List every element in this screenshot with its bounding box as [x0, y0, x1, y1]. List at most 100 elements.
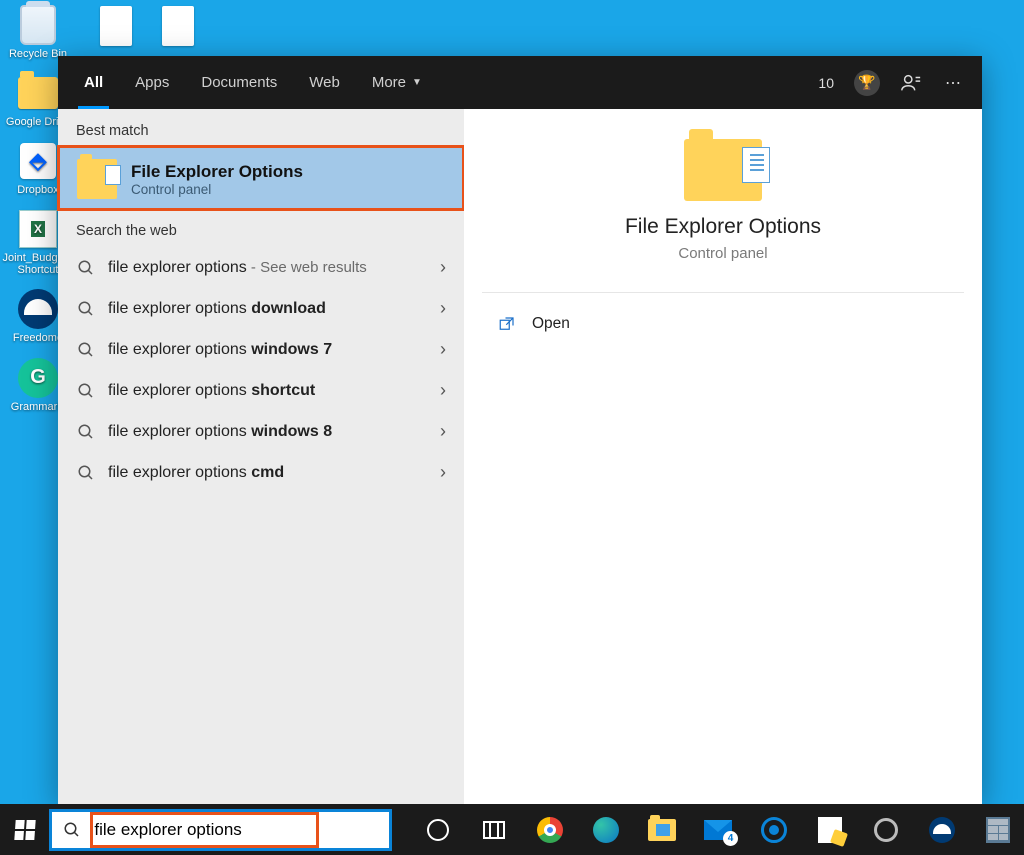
action-open[interactable]: Open	[474, 307, 972, 341]
search-header: All Apps Documents Web More ▼ 10 🏆 ⋯	[58, 56, 982, 109]
search-icon	[76, 340, 96, 360]
taskbar: 4	[0, 804, 1024, 855]
task-view-button[interactable]	[468, 804, 520, 855]
taskbar-file-explorer[interactable]	[636, 804, 688, 855]
document-icon[interactable]	[162, 6, 194, 46]
chevron-right-icon[interactable]: ›	[436, 339, 450, 360]
chevron-right-icon[interactable]: ›	[436, 257, 450, 278]
chevron-right-icon[interactable]: ›	[436, 462, 450, 483]
web-result-item[interactable]: file explorer options cmd ›	[58, 452, 464, 493]
web-result-item[interactable]: file explorer options windows 7 ›	[58, 329, 464, 370]
notepad-icon	[818, 817, 842, 843]
search-highlight	[90, 812, 319, 848]
taskbar-apps: 4	[412, 804, 1024, 855]
start-search-panel: All Apps Documents Web More ▼ 10 🏆 ⋯ Best…	[58, 56, 982, 804]
desktop-documents	[100, 6, 194, 46]
search-body: Best match File Explorer Options Control…	[58, 109, 982, 804]
section-search-web: Search the web	[58, 209, 464, 247]
chevron-right-icon[interactable]: ›	[436, 421, 450, 442]
calculator-icon	[986, 817, 1010, 843]
taskbar-calculator[interactable]	[972, 804, 1024, 855]
web-result-text: file explorer options download	[108, 300, 424, 318]
windows-logo-icon	[14, 820, 35, 840]
open-icon	[498, 315, 516, 333]
excel-icon: X	[17, 208, 59, 250]
action-label: Open	[532, 315, 570, 333]
chevron-right-icon[interactable]: ›	[436, 380, 450, 401]
rewards-points[interactable]: 10	[818, 75, 834, 91]
folder-icon	[17, 72, 59, 114]
preview-subtitle: Control panel	[678, 245, 767, 262]
taskbar-freedome[interactable]	[916, 804, 968, 855]
search-icon	[62, 821, 82, 839]
search-icon	[76, 422, 96, 442]
mail-badge: 4	[723, 831, 738, 846]
preview-title: File Explorer Options	[625, 215, 821, 239]
taskbar-sticky-notes[interactable]	[804, 804, 856, 855]
task-view-icon	[483, 821, 505, 839]
file-explorer-icon	[648, 819, 676, 841]
web-result-item[interactable]: file explorer options - See web results …	[58, 247, 464, 288]
gear-icon	[874, 818, 898, 842]
trash-icon	[17, 4, 59, 46]
web-result-item[interactable]: file explorer options windows 8 ›	[58, 411, 464, 452]
web-result-text: file explorer options cmd	[108, 464, 424, 482]
chevron-down-icon: ▼	[412, 77, 422, 88]
folder-options-icon	[684, 139, 762, 201]
section-best-match: Best match	[58, 109, 464, 147]
tab-apps[interactable]: Apps	[119, 56, 185, 109]
tab-more-label: More	[372, 74, 406, 91]
blue-circle-icon	[761, 817, 787, 843]
tab-web[interactable]: Web	[293, 56, 356, 109]
grammarly-icon: G	[17, 357, 59, 399]
tab-documents[interactable]: Documents	[185, 56, 293, 109]
search-tabs: All Apps Documents Web More ▼	[58, 56, 438, 109]
feedback-icon[interactable]	[900, 72, 922, 94]
best-match-item[interactable]: File Explorer Options Control panel	[59, 147, 463, 209]
separator	[482, 292, 964, 293]
search-input[interactable]	[94, 820, 315, 840]
taskbar-mail[interactable]: 4	[692, 804, 744, 855]
search-icon	[76, 463, 96, 483]
start-button[interactable]	[0, 804, 49, 855]
mail-icon: 4	[704, 820, 732, 840]
dropbox-icon: ⬘	[17, 140, 59, 182]
search-icon	[76, 381, 96, 401]
trophy-icon[interactable]: 🏆	[854, 70, 880, 96]
document-icon[interactable]	[100, 6, 132, 46]
folder-options-icon	[77, 159, 117, 199]
web-result-item[interactable]: file explorer options shortcut ›	[58, 370, 464, 411]
more-options-icon[interactable]: ⋯	[942, 72, 964, 94]
taskbar-settings[interactable]	[860, 804, 912, 855]
search-header-right: 10 🏆 ⋯	[818, 56, 982, 109]
search-results-list: Best match File Explorer Options Control…	[58, 109, 464, 804]
tab-more[interactable]: More ▼	[356, 56, 438, 109]
web-result-item[interactable]: file explorer options download ›	[58, 288, 464, 329]
web-result-text: file explorer options - See web results	[108, 259, 424, 277]
chevron-right-icon[interactable]: ›	[436, 298, 450, 319]
edge-icon	[593, 817, 619, 843]
cortana-button[interactable]	[412, 804, 464, 855]
taskbar-search-box[interactable]	[49, 809, 392, 851]
freedome-icon	[17, 288, 59, 330]
desktop-icon-recycle-bin[interactable]: Recycle Bin	[2, 4, 74, 60]
circle-icon	[427, 819, 449, 841]
best-match-text: File Explorer Options Control panel	[131, 162, 303, 197]
web-result-text: file explorer options windows 7	[108, 341, 424, 359]
taskbar-edge[interactable]	[580, 804, 632, 855]
chrome-icon	[537, 817, 563, 843]
search-icon	[76, 299, 96, 319]
web-result-text: file explorer options shortcut	[108, 382, 424, 400]
best-match-subtitle: Control panel	[131, 182, 303, 197]
desktop-icon-label: Dropbox	[17, 184, 59, 196]
taskbar-chrome[interactable]	[524, 804, 576, 855]
preview-header: File Explorer Options Control panel	[474, 139, 972, 292]
taskbar-cortana-app[interactable]	[748, 804, 800, 855]
freedome-icon	[929, 817, 955, 843]
search-icon	[76, 258, 96, 278]
web-result-text: file explorer options windows 8	[108, 423, 424, 441]
tab-all[interactable]: All	[68, 56, 119, 109]
search-preview-pane: File Explorer Options Control panel Open	[464, 109, 982, 804]
best-match-title: File Explorer Options	[131, 162, 303, 182]
web-results: file explorer options - See web results …	[58, 247, 464, 493]
